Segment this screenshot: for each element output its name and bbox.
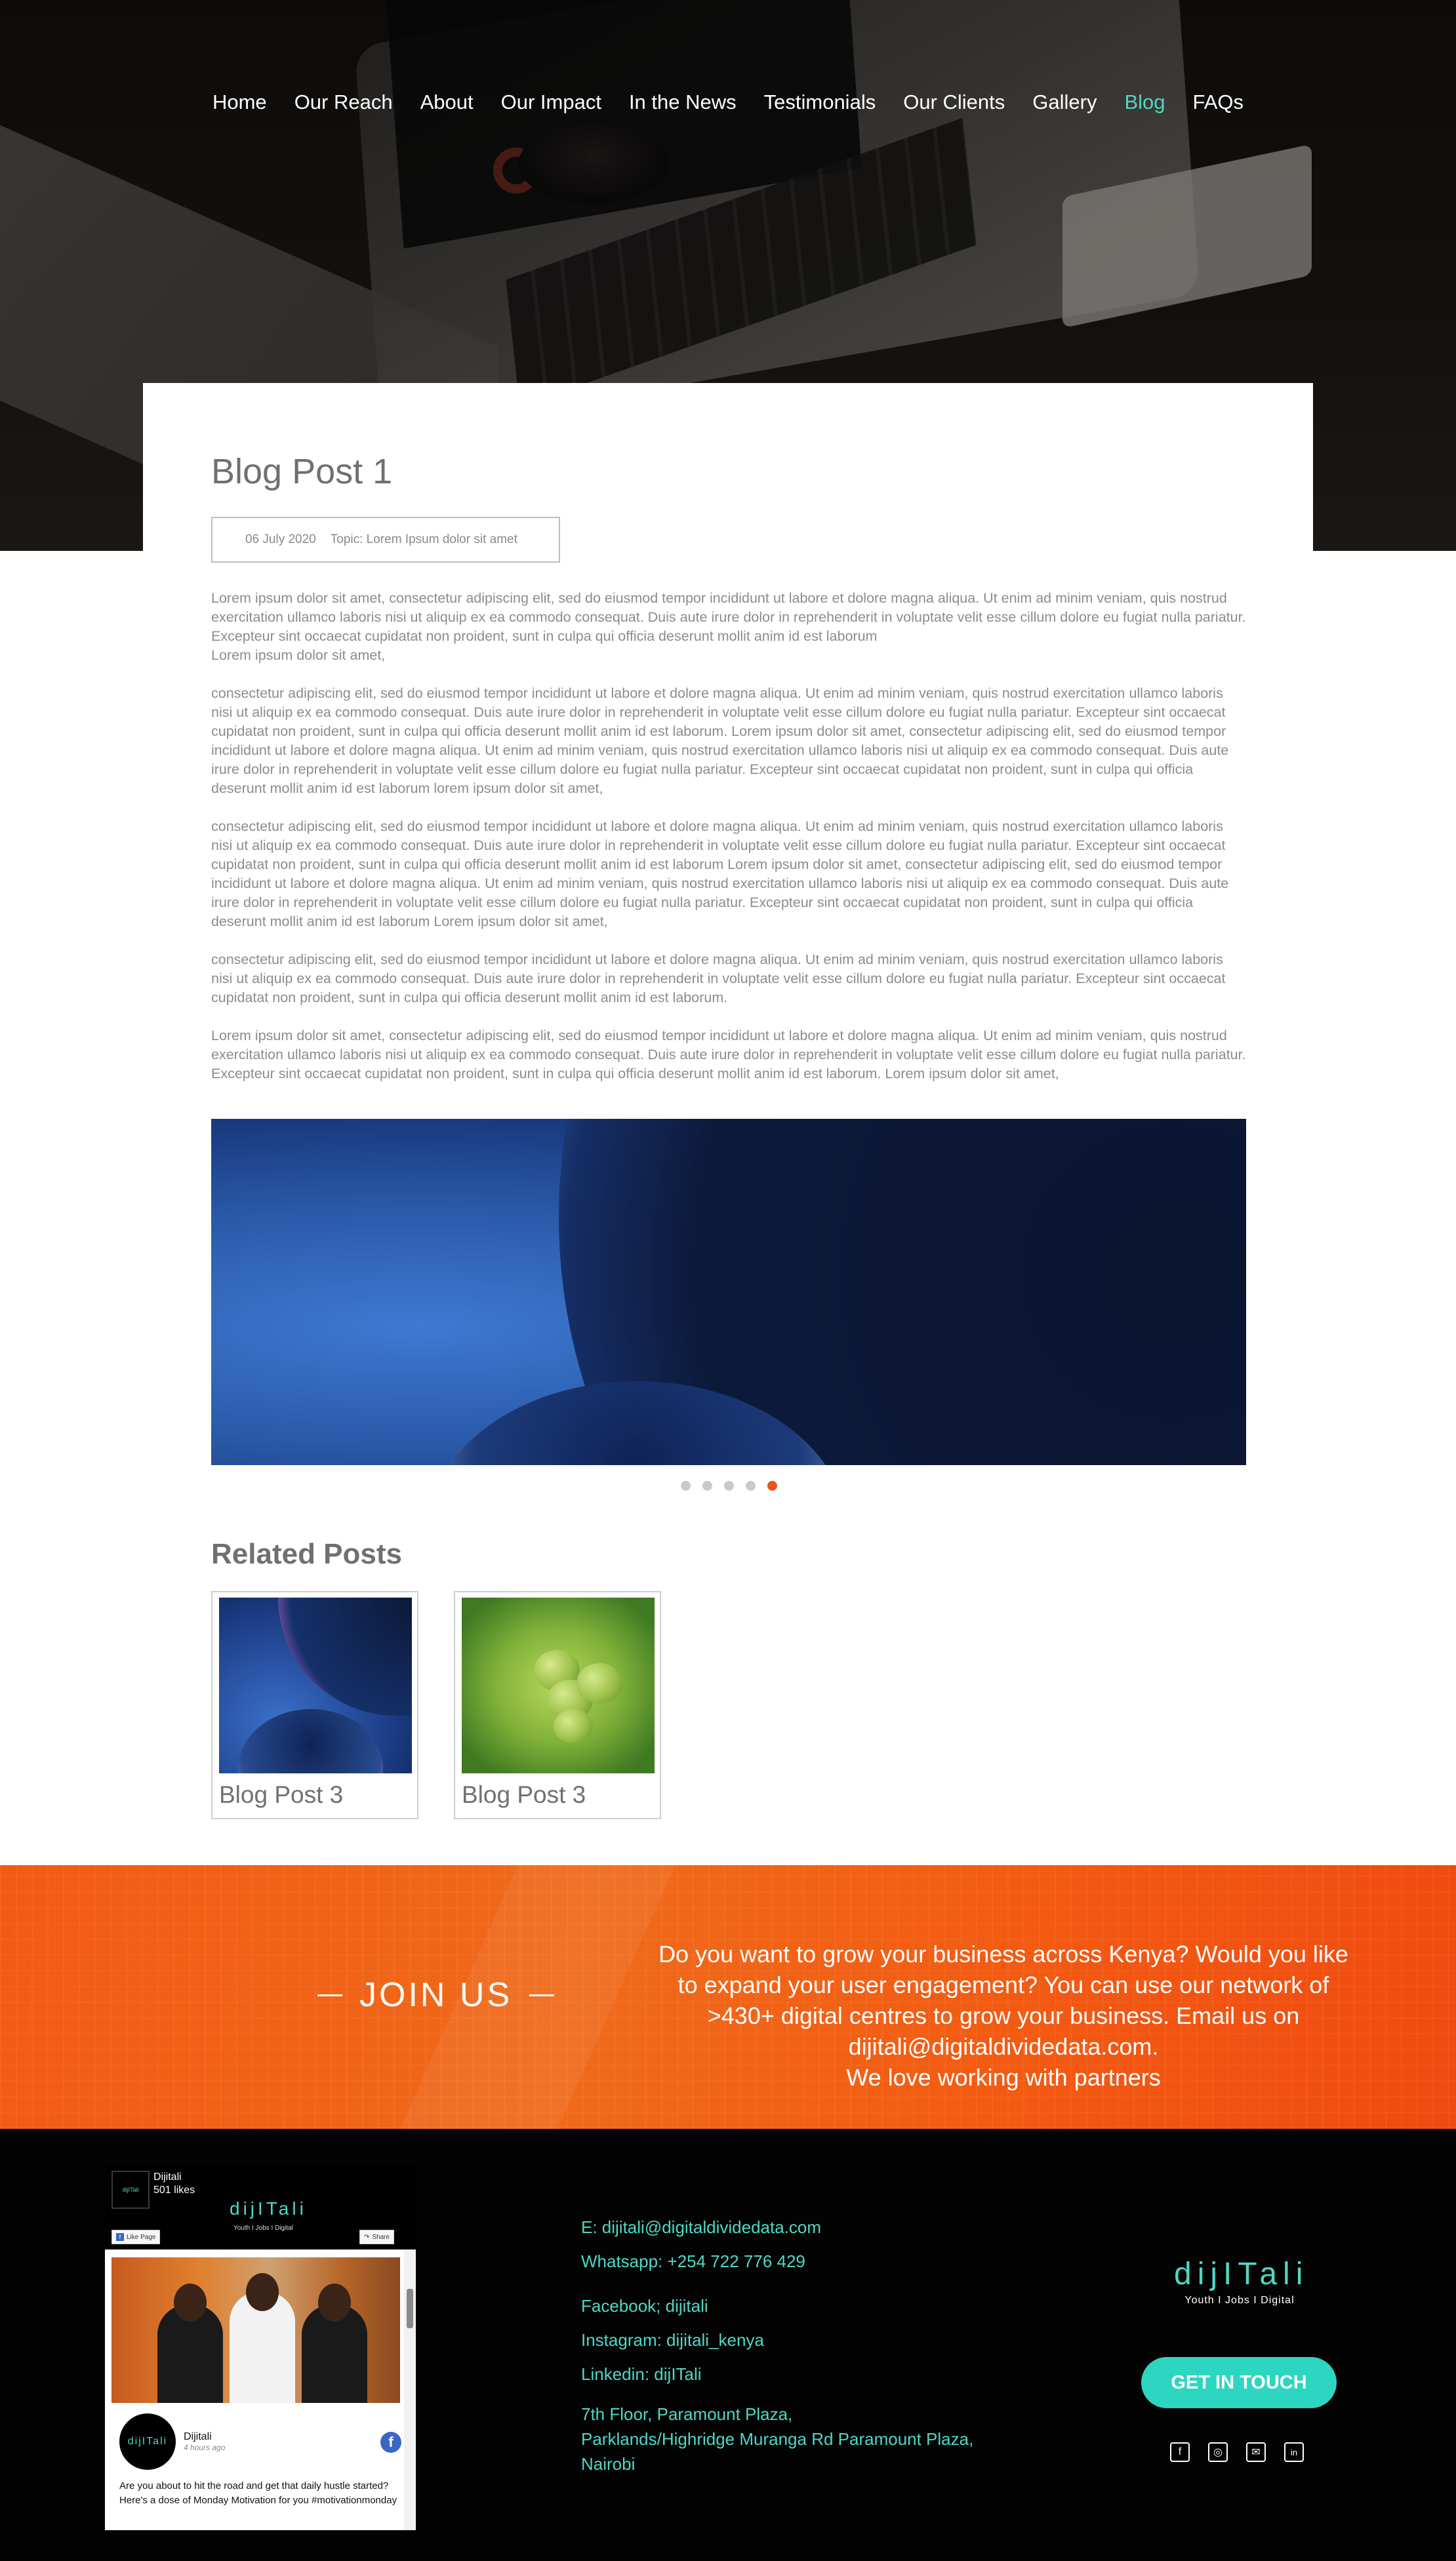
nav-faqs[interactable]: FAQs	[1179, 89, 1258, 115]
facebook-like-page-button[interactable]: f Like Page	[111, 2230, 161, 2244]
post-paragraph: Lorem ipsum dolor sit amet, consectetur …	[211, 590, 1246, 663]
nav-our-impact[interactable]: Our Impact	[487, 89, 615, 115]
image-slider[interactable]	[211, 1119, 1246, 1465]
nav-testimonials[interactable]: Testimonials	[750, 89, 890, 115]
facebook-page-widget: dijITali Dijitali 501 likes dijITali You…	[105, 2164, 416, 2530]
contact-instagram[interactable]: Instagram: dijitali_kenya	[581, 2323, 973, 2357]
facebook-share-button[interactable]: ↷ Share	[359, 2230, 395, 2244]
nav-blog[interactable]: Blog	[1110, 89, 1179, 115]
post-body: Lorem ipsum dolor sit amet, consectetur …	[211, 589, 1246, 1102]
slider-dot-2[interactable]	[702, 1481, 712, 1491]
related-post-title[interactable]: Blog Post 3	[219, 1781, 343, 1809]
slider-dot-1[interactable]	[681, 1481, 691, 1491]
join-us-message: Do you want to grow your business across…	[656, 1939, 1351, 2093]
post-paragraph: consectetur adipiscing elit, sed do eius…	[211, 818, 1229, 929]
post-paragraph: Lorem ipsum dolor sit amet, consectetur …	[211, 1028, 1246, 1081]
share-icon: ↷	[364, 2233, 370, 2241]
slider-dot-5[interactable]	[767, 1481, 777, 1491]
post-meta: 06 July 2020 Topic: Lorem Ipsum dolor si…	[211, 517, 560, 563]
footer-logo[interactable]: dijITali	[1174, 2256, 1305, 2292]
footer-tagline: Youth I Jobs I Digital	[1184, 2295, 1295, 2306]
footer-contact: E: dijitali@digitaldividedata.com Whatsa…	[581, 2210, 973, 2476]
main-nav: Home Our Reach About Our Impact In the N…	[0, 89, 1456, 115]
facebook-icon[interactable]: f	[1170, 2442, 1190, 2462]
facebook-post-text: Are you about to hit the road and get th…	[119, 2480, 397, 2506]
contact-address-line-1: 7th Floor, Paramount Plaza,	[581, 2404, 793, 2424]
facebook-page-likes: 501 likes	[153, 2185, 195, 2196]
get-in-touch-button[interactable]: GET IN TOUCH	[1141, 2357, 1337, 2408]
contact-linkedin[interactable]: Linkedin: dijITali	[581, 2357, 973, 2391]
facebook-post-time[interactable]: 4 hours ago	[184, 2443, 225, 2452]
slider-dot-3[interactable]	[724, 1481, 734, 1491]
instagram-icon[interactable]: ◎	[1208, 2442, 1228, 2462]
related-post-thumbnail[interactable]	[219, 1598, 412, 1773]
contact-facebook[interactable]: Facebook; dijitali	[581, 2289, 973, 2323]
post-topic: Topic: Lorem Ipsum dolor sit amet	[330, 533, 517, 546]
post-date: 06 July 2020	[245, 533, 316, 546]
contact-address-line-3: Nairobi	[581, 2454, 636, 2474]
related-post-title[interactable]: Blog Post 3	[462, 1781, 586, 1809]
facebook-cover-logo: dijITali	[230, 2198, 307, 2219]
nav-about[interactable]: About	[407, 89, 487, 115]
page-title: Blog Post 1	[211, 452, 393, 491]
facebook-page-name[interactable]: Dijitali	[153, 2171, 195, 2184]
join-email-link[interactable]: dijitali@digitaldividedata.com.	[656, 2031, 1351, 2062]
facebook-post: dijITali Dijitali 4 hours ago f Are you …	[105, 2249, 416, 2530]
nav-in-the-news[interactable]: In the News	[615, 89, 750, 115]
nav-our-clients[interactable]: Our Clients	[889, 89, 1019, 115]
post-paragraph: consectetur adipiscing elit, sed do eius…	[211, 952, 1226, 1005]
email-icon[interactable]: ✉	[1246, 2442, 1266, 2462]
facebook-post-author[interactable]: Dijitali	[184, 2431, 225, 2443]
contact-email[interactable]: E: dijitali@digitaldividedata.com	[581, 2210, 973, 2244]
facebook-post-photo[interactable]	[111, 2257, 400, 2403]
post-paragraph: consectetur adipiscing elit, sed do eius…	[211, 685, 1229, 796]
related-posts-title: Related Posts	[211, 1538, 402, 1570]
facebook-page-avatar[interactable]: dijITali	[111, 2171, 150, 2209]
facebook-icon: f	[116, 2233, 124, 2241]
social-links: f ◎ ✉ in	[1170, 2442, 1304, 2462]
nav-our-reach[interactable]: Our Reach	[281, 89, 407, 115]
contact-address-line-2: Parklands/Highridge Muranga Rd Paramount…	[581, 2429, 974, 2449]
related-post-thumbnail[interactable]	[462, 1598, 655, 1773]
facebook-logo-icon[interactable]: f	[380, 2432, 401, 2453]
nav-gallery[interactable]: Gallery	[1019, 89, 1110, 115]
related-post-card[interactable]: Blog Post 3	[454, 1591, 661, 1819]
slider-dot-4[interactable]	[746, 1481, 756, 1491]
join-us-heading: JOIN US	[317, 1975, 557, 2015]
linkedin-icon[interactable]: in	[1284, 2442, 1304, 2462]
nav-home[interactable]: Home	[199, 89, 281, 115]
facebook-post-avatar[interactable]: dijITali	[119, 2413, 176, 2470]
related-post-card[interactable]: Blog Post 3	[211, 1591, 418, 1819]
contact-whatsapp[interactable]: Whatsapp: +254 722 776 429	[581, 2244, 973, 2278]
facebook-cover-tagline: Youth I Jobs I Digital	[233, 2225, 293, 2232]
footer-brand: dijITali Youth I Jobs I Digital	[1174, 2256, 1305, 2307]
slider-dots	[681, 1481, 777, 1491]
